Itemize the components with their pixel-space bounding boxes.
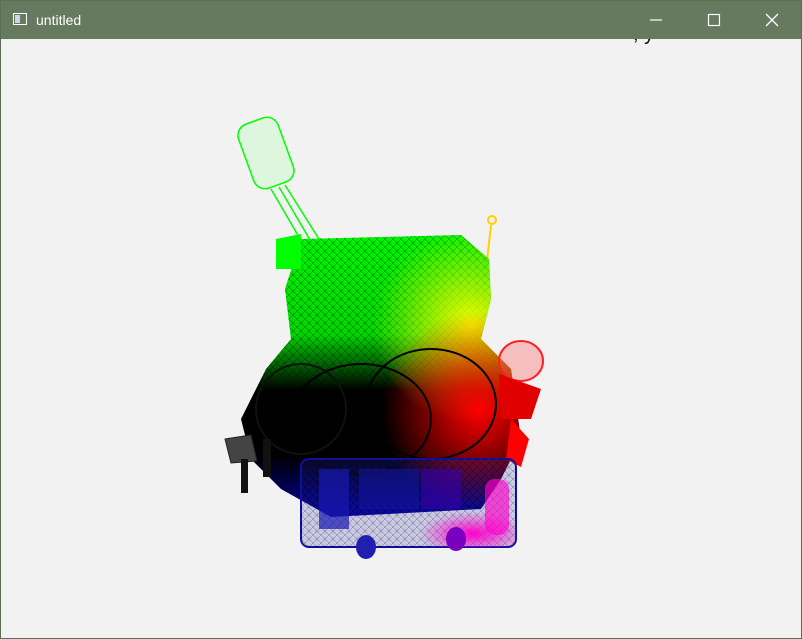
- close-icon: [765, 13, 779, 27]
- maximize-button[interactable]: [685, 1, 743, 39]
- close-button[interactable]: [743, 1, 801, 39]
- render-canvas[interactable]: , y: [1, 39, 801, 638]
- window-title: untitled: [36, 12, 81, 28]
- window-app-icon: [13, 13, 27, 25]
- app-window: untitled , y: [0, 0, 802, 639]
- minimize-icon: [649, 13, 663, 27]
- minimize-button[interactable]: [627, 1, 685, 39]
- base-grid-part: [301, 459, 516, 559]
- left-handle-part: [225, 435, 271, 493]
- maximize-icon: [707, 13, 721, 27]
- title-bar[interactable]: untitled: [1, 1, 801, 39]
- antenna-part: [235, 114, 319, 249]
- wireframe-model: [1, 39, 801, 638]
